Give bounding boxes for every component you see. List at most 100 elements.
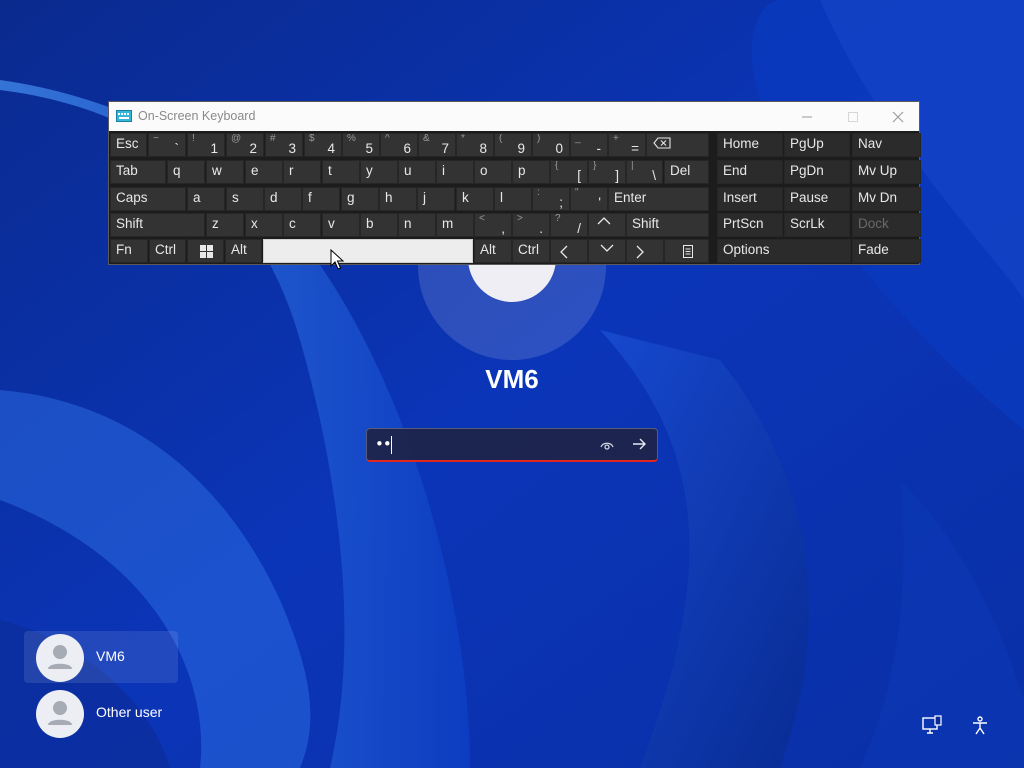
key-r[interactable]: r — [283, 160, 321, 184]
key-1[interactable]: ! 1 — [187, 133, 225, 157]
key-quote[interactable]: " ' — [570, 187, 608, 211]
key-backtick[interactable]: ~ ` — [148, 133, 186, 157]
reveal-password-icon[interactable] — [599, 437, 615, 453]
key-win[interactable] — [187, 239, 224, 263]
key-q[interactable]: q — [167, 160, 205, 184]
key-home[interactable]: Home — [717, 133, 783, 157]
key-lshift[interactable]: Shift — [110, 213, 205, 237]
key-end[interactable]: End — [717, 160, 783, 184]
key-right[interactable] — [626, 239, 664, 263]
key-k[interactable]: k — [456, 187, 494, 211]
key-minus[interactable]: _ - — [570, 133, 608, 157]
key-x[interactable]: x — [245, 213, 283, 237]
key-options[interactable]: Options — [717, 239, 851, 263]
maximize-button[interactable] — [830, 102, 876, 131]
key-n[interactable]: n — [398, 213, 436, 237]
key-tab[interactable]: Tab — [110, 160, 166, 184]
key-4[interactable]: $4 — [304, 133, 342, 157]
key-7[interactable]: & 7 — [418, 133, 456, 157]
key-3[interactable]: #3 — [265, 133, 303, 157]
key-t[interactable]: t — [322, 160, 360, 184]
key-u[interactable]: u — [398, 160, 436, 184]
key-backspace[interactable] — [646, 133, 709, 157]
key-m[interactable]: m — [436, 213, 474, 237]
key-rbracket[interactable]: }] — [588, 160, 626, 184]
osk-titlebar[interactable]: On-Screen Keyboard — [109, 102, 919, 131]
key-label: Insert — [723, 190, 757, 205]
key-c[interactable]: c — [283, 213, 321, 237]
key-f[interactable]: f — [302, 187, 340, 211]
key-period[interactable]: >. — [512, 213, 550, 237]
key-fade[interactable]: Fade — [852, 239, 921, 263]
key-prtscn[interactable]: PrtScn — [717, 213, 783, 237]
key-l[interactable]: l — [494, 187, 532, 211]
key-semicolon[interactable]: :; — [532, 187, 570, 211]
key-i[interactable]: i — [436, 160, 474, 184]
user-list-item-vm6[interactable]: VM6 — [24, 631, 178, 683]
key-pgdn[interactable]: PgDn — [784, 160, 850, 184]
key-v[interactable]: v — [322, 213, 360, 237]
key-g[interactable]: g — [341, 187, 379, 211]
key-slash[interactable]: ? / — [550, 213, 588, 237]
key-label: Ctrl — [155, 242, 176, 257]
key-label: End — [723, 163, 748, 178]
key-h[interactable]: h — [379, 187, 417, 211]
close-button[interactable] — [875, 102, 921, 131]
key-mvdn[interactable]: Mv Dn — [852, 187, 921, 211]
key-5[interactable]: % 5 — [342, 133, 380, 157]
key-y[interactable]: y — [360, 160, 398, 184]
key-j[interactable]: j — [417, 187, 455, 211]
key-s[interactable]: s — [226, 187, 264, 211]
key-z[interactable]: z — [206, 213, 244, 237]
key-comma[interactable]: <, — [474, 213, 512, 237]
key-0[interactable]: ) 0 — [532, 133, 570, 157]
key-equals[interactable]: + = — [608, 133, 646, 157]
key-e[interactable]: e — [245, 160, 283, 184]
key-menu[interactable] — [664, 239, 709, 263]
key-rctrl[interactable]: Ctrl — [512, 239, 550, 263]
submit-arrow-icon[interactable] — [631, 436, 647, 452]
key-2[interactable]: @2 — [226, 133, 264, 157]
key-w[interactable]: w — [206, 160, 244, 184]
key-lctrl[interactable]: Ctrl — [149, 239, 186, 263]
key-insert[interactable]: Insert — [717, 187, 783, 211]
key-b[interactable]: b — [360, 213, 398, 237]
key-label: n — [404, 216, 412, 231]
key-del[interactable]: Del — [664, 160, 709, 184]
key-esc[interactable]: Esc — [110, 133, 147, 157]
key-pgup[interactable]: PgUp — [784, 133, 850, 157]
key-fn[interactable]: Fn — [110, 239, 148, 263]
key-backslash[interactable]: | \ — [626, 160, 663, 184]
key-lbracket[interactable]: {[ — [550, 160, 588, 184]
key-enter[interactable]: Enter — [608, 187, 709, 211]
key-9[interactable]: (9 — [494, 133, 532, 157]
key-dock[interactable]: Dock — [852, 213, 921, 237]
person-icon — [48, 701, 72, 725]
key-nav[interactable]: Nav — [852, 133, 921, 157]
password-field[interactable]: •• — [366, 428, 658, 462]
key-scrlk[interactable]: ScrLk — [784, 213, 850, 237]
key-mvup[interactable]: Mv Up — [852, 160, 921, 184]
network-icon[interactable] — [920, 714, 944, 738]
key-p[interactable]: p — [512, 160, 550, 184]
user-list-item-other[interactable]: Other user — [24, 687, 178, 739]
key-left[interactable] — [550, 239, 588, 263]
key-space[interactable] — [263, 239, 473, 263]
key-d[interactable]: d — [264, 187, 302, 211]
key-caps[interactable]: Caps — [110, 187, 186, 211]
key-label: - — [596, 141, 602, 156]
key-down[interactable] — [588, 239, 626, 263]
key-ralt[interactable]: Alt — [474, 239, 512, 263]
key-o[interactable]: o — [474, 160, 512, 184]
key-8[interactable]: * 8 — [456, 133, 494, 157]
key-6[interactable]: ^ 6 — [380, 133, 418, 157]
key-pause[interactable]: Pause — [784, 187, 850, 211]
accessibility-icon[interactable] — [968, 714, 992, 738]
key-up[interactable] — [588, 213, 626, 237]
key-lalt[interactable]: Alt — [225, 239, 262, 263]
key-label: o — [480, 163, 488, 178]
key-rshift[interactable]: Shift — [626, 213, 709, 237]
mouse-pointer-icon — [330, 249, 344, 270]
key-a[interactable]: a — [187, 187, 225, 211]
minimize-button[interactable] — [784, 102, 830, 131]
